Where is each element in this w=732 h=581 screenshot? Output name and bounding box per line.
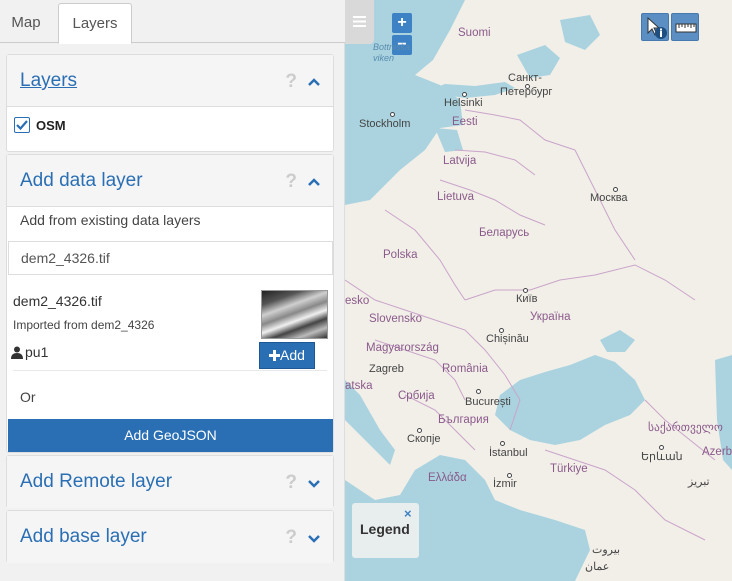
legend-close-icon[interactable]: ×: [404, 506, 412, 521]
legend-box: × Legend: [352, 503, 419, 558]
map-label: Ελλάδα: [428, 472, 467, 484]
city-marker: [390, 112, 395, 117]
panel-toggle-button[interactable]: [345, 0, 374, 44]
map-label: Slovensko: [369, 313, 423, 325]
map-label: Helsinki: [444, 97, 483, 109]
layers-panel: Map Layers Layers ? OSM Add data layer ?…: [0, 0, 345, 581]
ruler-icon: [675, 23, 697, 33]
map-label: Eesti: [452, 116, 478, 128]
result-description: Imported from dem2_4326: [13, 318, 155, 332]
chevron-up-icon[interactable]: [307, 175, 321, 189]
city-marker: [499, 328, 504, 333]
user-icon: [11, 346, 23, 359]
map-label: بیروت: [592, 544, 621, 556]
chevron-down-icon[interactable]: [307, 531, 321, 545]
layer-search-input[interactable]: [8, 241, 333, 275]
osm-checkbox[interactable]: [14, 117, 30, 133]
or-label: Or: [20, 389, 36, 405]
city-marker: [462, 92, 467, 97]
menu-icon: [353, 16, 366, 27]
map-label: İstanbul: [489, 447, 528, 459]
map-label: България: [438, 414, 489, 426]
map-label: Беларусь: [479, 227, 530, 239]
map-label: Москва: [590, 192, 628, 204]
map-label: Zagreb: [369, 363, 404, 375]
map-label: Скопје: [407, 433, 441, 445]
map-label: Lietuva: [437, 191, 475, 203]
map-label: Azerb: [702, 446, 732, 458]
add-remote-layer-section: Add Remote layer ?: [6, 455, 334, 508]
map-label: Chișinău: [486, 333, 529, 345]
city-marker: [525, 84, 530, 89]
add-base-layer-section: Add base layer ?: [6, 510, 334, 563]
map-label: Magyarország: [366, 342, 439, 354]
map-label: Україна: [530, 311, 571, 323]
map-label: București: [465, 396, 511, 408]
divider: [13, 370, 327, 371]
result-owner: pu1: [11, 344, 48, 360]
zoom-in-button[interactable]: +: [392, 13, 412, 33]
layer-thumbnail: [261, 290, 328, 339]
measure-tool-button[interactable]: [671, 13, 699, 41]
result-name: dem2_4326.tif: [13, 293, 102, 309]
map-label: عمان: [585, 561, 610, 573]
layers-section-header[interactable]: Layers ?: [7, 55, 333, 107]
result-owner-name: pu1: [25, 344, 49, 360]
existing-layers-label: Add from existing data layers: [20, 212, 201, 228]
map-label: România: [442, 363, 489, 375]
map-label: esko: [345, 295, 370, 307]
check-icon: [16, 120, 28, 131]
city-marker: [476, 389, 481, 394]
map-label: Санкт-: [508, 72, 542, 84]
layers-section: Layers ? OSM: [6, 54, 334, 152]
city-marker: [613, 187, 618, 192]
help-icon[interactable]: ?: [285, 171, 297, 193]
map-label: Stockholm: [359, 118, 411, 130]
add-layer-label: Add: [280, 347, 305, 363]
map-label: İzmir: [493, 478, 517, 490]
map-label: Երևան: [641, 451, 683, 463]
add-remote-layer-header[interactable]: Add Remote layer ?: [7, 456, 333, 508]
map-label: تبریز: [688, 476, 710, 488]
city-marker: [659, 445, 664, 450]
help-icon[interactable]: ?: [285, 527, 297, 549]
city-marker: [500, 441, 505, 446]
chevron-down-icon[interactable]: [307, 476, 321, 490]
add-remote-layer-title[interactable]: Add Remote layer: [20, 471, 172, 493]
map-label: atska: [345, 380, 373, 392]
map-label: Polska: [383, 249, 418, 261]
layer-label-osm: OSM: [36, 118, 66, 133]
layers-section-title[interactable]: Layers: [20, 70, 77, 92]
add-data-layer-title[interactable]: Add data layer: [20, 170, 143, 192]
tab-layers[interactable]: Layers: [58, 3, 132, 44]
city-marker: [507, 473, 512, 478]
legend-title: Legend: [360, 521, 410, 537]
city-marker: [523, 288, 528, 293]
map-label: Србија: [398, 390, 435, 402]
map-label: Türkiye: [550, 463, 588, 475]
feature-info-tool-button[interactable]: [641, 13, 669, 41]
map-view[interactable]: + − Suomi Санкт- Петербург Helsinki Stoc…: [345, 0, 732, 581]
map-label: Latvija: [443, 155, 477, 167]
map-label: საქართველო: [648, 422, 723, 434]
map-label: Bottniska viken: [373, 42, 411, 63]
plus-icon: [269, 350, 281, 361]
pointer-info-icon: [647, 16, 667, 39]
map-label: Київ: [516, 293, 538, 305]
search-result-item: dem2_4326.tif Imported from dem2_4326 pu…: [7, 280, 333, 370]
add-base-layer-header[interactable]: Add base layer ?: [7, 511, 333, 563]
add-geojson-button[interactable]: Add GeoJSON: [8, 419, 333, 452]
tab-map[interactable]: Map: [0, 3, 52, 44]
add-data-layer-section: Add data layer ? Add from existing data …: [6, 154, 334, 453]
tab-bar: Map Layers: [0, 0, 345, 44]
chevron-up-icon[interactable]: [307, 75, 321, 89]
help-icon[interactable]: ?: [285, 71, 297, 93]
add-layer-button[interactable]: Add: [259, 342, 315, 369]
map-label: Suomi: [458, 27, 491, 39]
layer-item-osm: OSM: [7, 110, 333, 150]
add-base-layer-title[interactable]: Add base layer: [20, 526, 147, 548]
add-data-layer-header[interactable]: Add data layer ?: [7, 155, 333, 207]
city-marker: [417, 428, 422, 433]
help-icon[interactable]: ?: [285, 472, 297, 494]
